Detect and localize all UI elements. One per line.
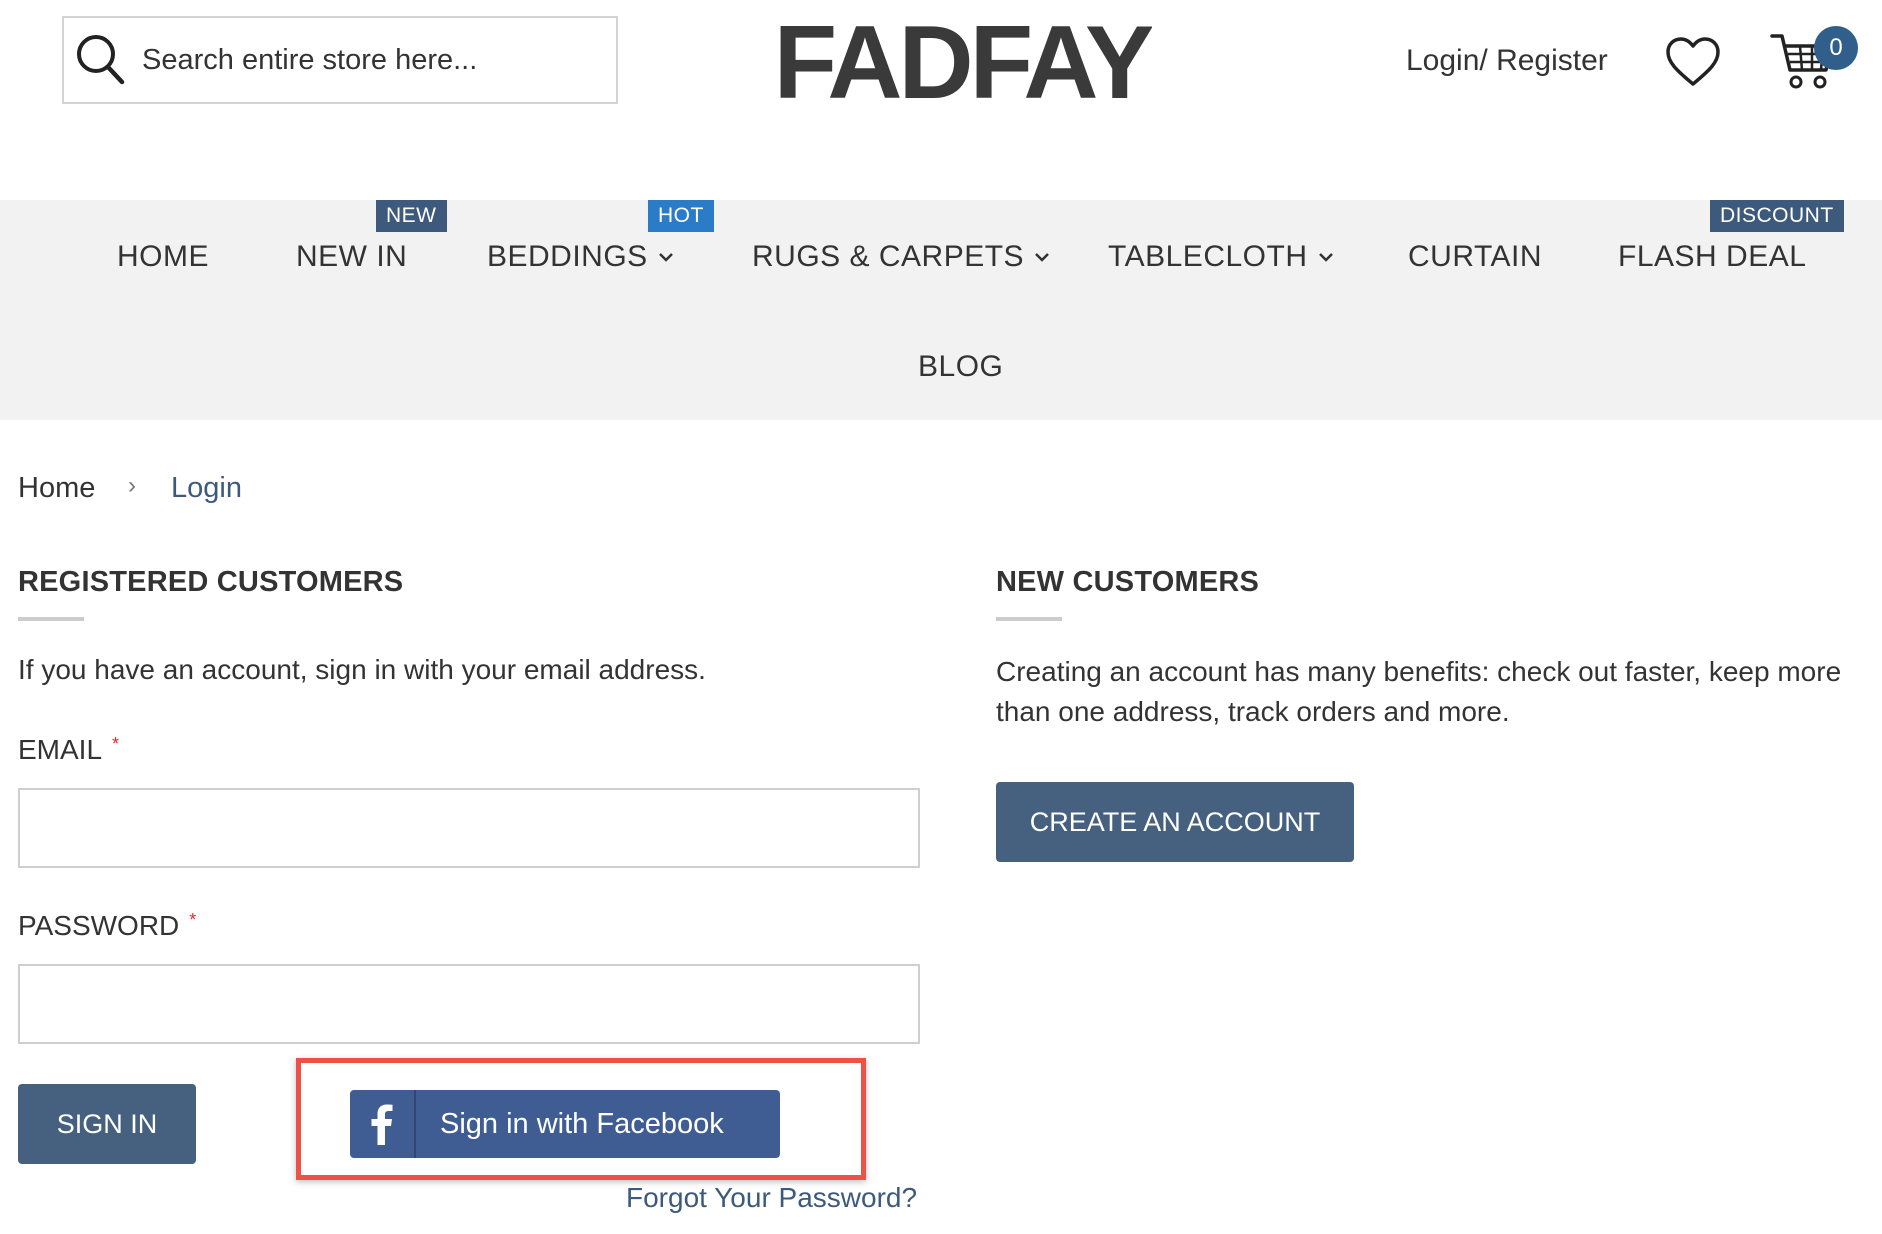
registered-customers-title: REGISTERED CUSTOMERS [18, 566, 404, 598]
forgot-password-link[interactable]: Forgot Your Password? [626, 1182, 917, 1214]
password-label-text: PASSWORD [18, 910, 180, 941]
nav-item-flash-deal[interactable]: FLASH DEAL [1618, 240, 1806, 274]
required-mark: * [112, 734, 120, 754]
nav-item-label: RUGS & CARPETS [752, 240, 1025, 273]
breadcrumb-separator-icon: › [128, 472, 136, 499]
facebook-icon [350, 1090, 416, 1158]
nav-item-label: FLASH DEAL [1618, 240, 1807, 273]
nav-item-label: CURTAIN [1408, 240, 1543, 273]
facebook-sign-in-button[interactable]: Sign in with Facebook [350, 1090, 780, 1158]
nav-item-beddings[interactable]: BEDDINGS [487, 240, 674, 274]
login-register-link[interactable]: Login/ Register [1406, 44, 1608, 78]
chevron-down-icon [1318, 253, 1333, 262]
search-icon[interactable] [74, 33, 128, 87]
title-underline [18, 617, 84, 621]
nav-item-label: NEW IN [296, 240, 408, 273]
email-label: EMAIL * [18, 734, 119, 766]
chevron-down-icon [658, 253, 673, 262]
nav-item-label: BLOG [918, 350, 1004, 383]
nav-item-new-in[interactable]: NEW IN [296, 240, 407, 274]
breadcrumb-current: Login [171, 472, 242, 504]
nav-item-blog[interactable]: BLOG [918, 350, 1003, 384]
required-mark: * [189, 910, 197, 930]
svg-text:FADFAY: FADFAY [774, 8, 1152, 108]
nav-item-rugs-carpets[interactable]: RUGS & CARPETS [752, 240, 1050, 274]
nav-item-tablecloth[interactable]: TABLECLOTH [1108, 240, 1334, 274]
search-box [62, 16, 618, 104]
cart-count-badge: 0 [1814, 26, 1858, 70]
nav-item-curtain[interactable]: CURTAIN [1408, 240, 1542, 274]
registered-intro-text: If you have an account, sign in with you… [18, 654, 706, 685]
nav-item-home[interactable]: HOME [117, 240, 209, 274]
heart-icon[interactable] [1664, 36, 1722, 88]
password-field[interactable] [18, 964, 920, 1044]
create-account-button[interactable]: CREATE AN ACCOUNT [996, 782, 1354, 862]
nav-badge-new: NEW [376, 200, 447, 232]
new-customers-text: Creating an account has many benefits: c… [996, 656, 1842, 727]
sign-in-button[interactable]: SIGN IN [18, 1084, 196, 1164]
email-field[interactable] [18, 788, 920, 868]
nav-item-label: HOME [117, 240, 209, 273]
nav-item-label: TABLECLOTH [1108, 240, 1308, 273]
main-navigation: HOME NEW NEW IN HOT BEDDINGS RUGS & CARP… [0, 200, 1882, 420]
breadcrumb-home[interactable]: Home [18, 472, 95, 505]
nav-badge-discount: DISCOUNT [1710, 200, 1844, 232]
fadfay-logo[interactable]: FADFAY [772, 8, 1152, 108]
title-underline [996, 617, 1062, 621]
email-label-text: EMAIL [18, 734, 103, 765]
new-customers-title: NEW CUSTOMERS [996, 566, 1260, 598]
nav-item-label: BEDDINGS [487, 240, 648, 273]
chevron-down-icon [1035, 253, 1049, 262]
nav-badge-hot: HOT [648, 200, 714, 232]
facebook-button-label: Sign in with Facebook [440, 1107, 724, 1140]
search-input[interactable] [140, 29, 616, 91]
password-label: PASSWORD * [18, 910, 196, 942]
